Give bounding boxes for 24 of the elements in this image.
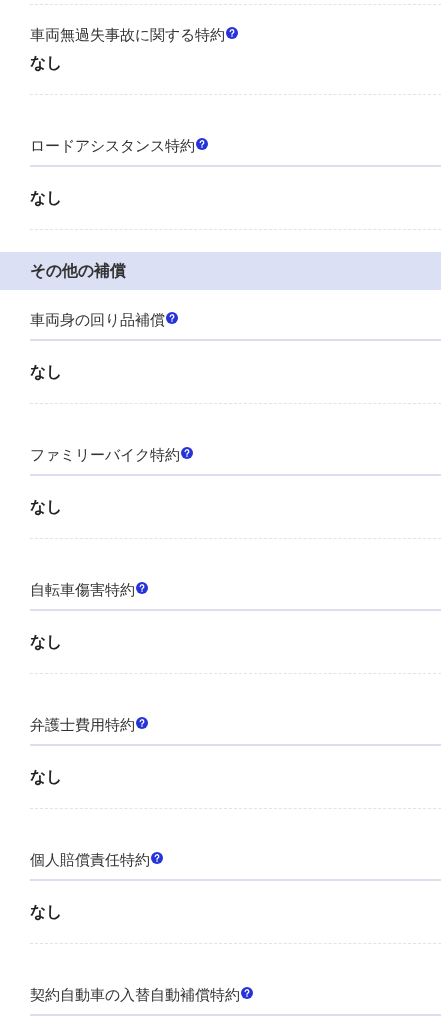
help-icon[interactable] — [136, 582, 148, 594]
field-label: 契約自動車の入替自動補償特約 — [30, 986, 240, 1004]
field-value: なし — [30, 497, 62, 516]
field-value: なし — [30, 902, 62, 921]
field-label: ロードアシスタンス特約 — [30, 137, 195, 155]
field-label: 弁護士費用特約 — [30, 716, 135, 734]
field-value: なし — [30, 362, 62, 381]
field-value: なし — [30, 53, 62, 72]
help-icon[interactable] — [241, 987, 253, 999]
help-icon[interactable] — [196, 138, 208, 150]
field-label: 自転車傷害特約 — [30, 581, 135, 599]
field-value: なし — [30, 767, 62, 786]
help-icon[interactable] — [136, 717, 148, 729]
section-heading: その他の補償 — [30, 260, 126, 282]
help-icon[interactable] — [181, 447, 193, 459]
help-icon[interactable] — [226, 27, 238, 39]
field-label: 車両無過失事故に関する特約 — [30, 26, 225, 44]
field-value: なし — [30, 632, 62, 651]
field-label: 個人賠償責任特約 — [30, 851, 150, 869]
field-label: 車両身の回り品補償 — [30, 311, 165, 329]
field-label: ファミリーバイク特約 — [30, 446, 180, 464]
field-value: なし — [30, 188, 62, 207]
help-icon[interactable] — [151, 852, 163, 864]
help-icon[interactable] — [166, 312, 178, 324]
